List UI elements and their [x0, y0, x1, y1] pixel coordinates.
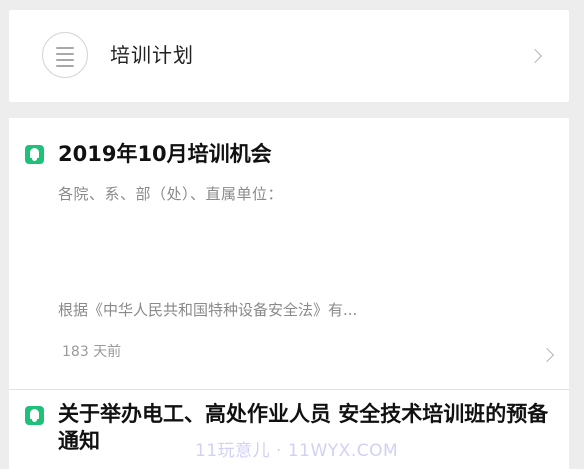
divider	[9, 389, 569, 390]
chevron-right-icon	[539, 347, 555, 363]
notice-title: 2019年10月培训机会	[58, 142, 272, 166]
notice-subtitle: 各院、系、部（处）、直属单位：	[58, 185, 284, 203]
watermark: 11玩意儿 · 11WYX.COM	[195, 441, 399, 461]
bell-icon	[25, 145, 44, 164]
notice-feed: 2019年10月培训机会 各院、系、部（处）、直属单位： 根据《中华人民共和国特…	[9, 118, 569, 469]
bell-icon	[25, 406, 44, 425]
training-plan-label: 培训计划	[110, 43, 194, 67]
notice-excerpt: 根据《中华人民共和国特种设备安全法》有...	[58, 301, 358, 319]
list-icon	[42, 32, 88, 78]
chevron-right-icon	[527, 48, 543, 64]
notice-time: 183 天前	[62, 344, 122, 360]
training-plan-row[interactable]: 培训计划	[9, 10, 569, 102]
